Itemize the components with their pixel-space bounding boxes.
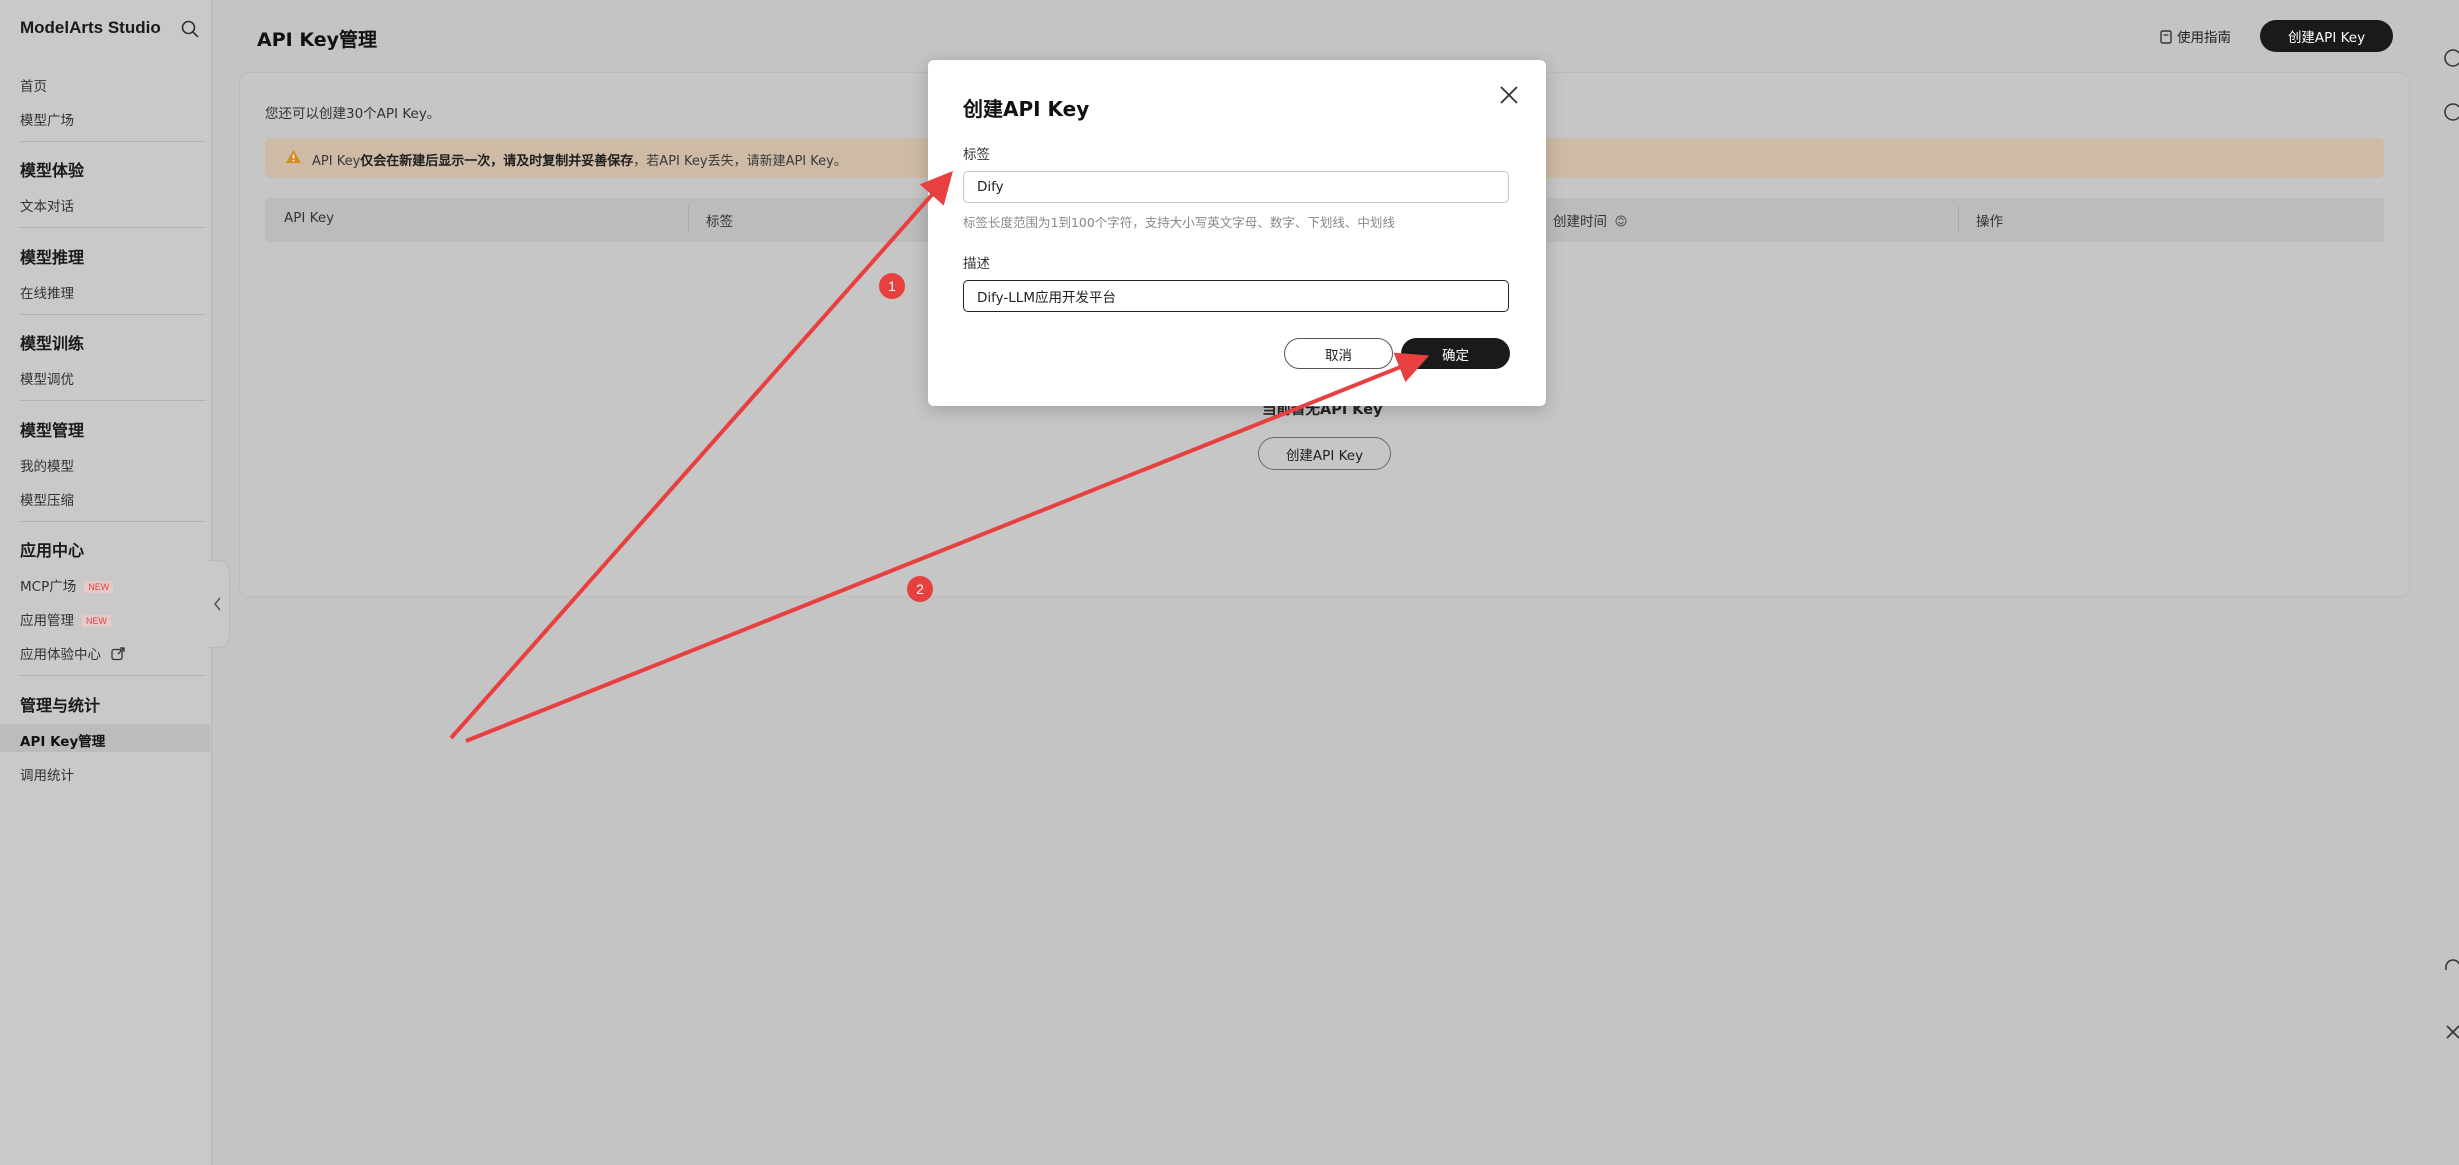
column-header-tag: 标签 xyxy=(706,214,733,230)
section-model-experience: 模型体验 xyxy=(20,161,85,180)
empty-create-api-key-button[interactable]: 创建API Key xyxy=(1258,437,1391,470)
sidebar-item-online-inference[interactable]: 在线推理 xyxy=(20,282,74,302)
sidebar-item-home[interactable]: 首页 xyxy=(20,75,47,95)
column-separator xyxy=(688,206,689,232)
sidebar-item-text-chat[interactable]: 文本对话 xyxy=(20,195,74,215)
sort-icon xyxy=(1615,215,1627,227)
warning-bold: 仅会在新建后显示一次，请及时复制并妥善保存 xyxy=(360,154,634,169)
step-badge-1: 1 xyxy=(879,273,905,299)
tag-input[interactable] xyxy=(963,171,1509,203)
sidebar-item-label: 应用管理 xyxy=(20,613,74,629)
section-management-stats: 管理与统计 xyxy=(20,696,101,715)
warning-text: API Key仅会在新建后显示一次，请及时复制并妥善保存，若API Key丢失，… xyxy=(312,150,847,169)
description-label: 描述 xyxy=(963,256,990,272)
tag-hint: 标签长度范围为1到100个字符，支持大小写英文字母、数字、下划线、中划线 xyxy=(963,215,1395,230)
create-api-key-dialog: 创建API Key 标签 标签长度范围为1到100个字符，支持大小写英文字母、数… xyxy=(928,60,1546,406)
sidebar-item-model-square[interactable]: 模型广场 xyxy=(20,109,74,129)
column-separator xyxy=(1958,206,1959,232)
guide-label: 使用指南 xyxy=(2177,30,2231,46)
warning-suffix: ，若API Key丢失，请新建API Key。 xyxy=(633,154,847,169)
section-app-center: 应用中心 xyxy=(20,541,85,560)
divider xyxy=(20,227,206,228)
guide-link[interactable]: 使用指南 xyxy=(2160,26,2231,46)
section-model-inference: 模型推理 xyxy=(20,248,85,267)
step-badge-2: 2 xyxy=(907,576,933,602)
sidebar: ModelArts Studio 首页 模型广场 模型体验 文本对话 模型推理 … xyxy=(0,0,212,1165)
sidebar-item-my-models[interactable]: 我的模型 xyxy=(20,455,74,475)
column-header-api-key: API Key xyxy=(284,210,335,226)
column-header-created-time[interactable]: 创建时间 xyxy=(1553,210,1627,230)
warning-prefix: API Key xyxy=(312,154,361,169)
sidebar-item-app-management[interactable]: 应用管理 NEW xyxy=(20,609,111,629)
divider xyxy=(20,141,206,142)
external-link-icon xyxy=(111,647,125,661)
divider xyxy=(20,400,206,401)
divider xyxy=(20,521,206,522)
document-icon xyxy=(2160,30,2172,44)
help-icon[interactable] xyxy=(2443,48,2459,68)
page-title: API Key管理 xyxy=(257,29,377,51)
headset-icon[interactable] xyxy=(2443,958,2459,978)
column-header-actions: 操作 xyxy=(1976,214,2003,230)
new-badge: NEW xyxy=(84,581,114,593)
warning-icon xyxy=(286,150,301,163)
new-badge: NEW xyxy=(82,615,111,627)
sidebar-item-label: 应用体验中心 xyxy=(20,647,101,663)
close-icon[interactable] xyxy=(1498,84,1520,106)
confirm-button[interactable]: 确定 xyxy=(1401,338,1510,369)
create-api-key-button[interactable]: 创建API Key xyxy=(2260,20,2393,52)
cancel-button[interactable]: 取消 xyxy=(1284,338,1393,369)
sidebar-item-model-compression[interactable]: 模型压缩 xyxy=(20,489,74,509)
search-icon[interactable] xyxy=(180,19,200,39)
quota-text: 您还可以创建30个API Key。 xyxy=(265,106,441,122)
tag-label: 标签 xyxy=(963,147,990,163)
sidebar-item-mcp-square[interactable]: MCP广场 NEW xyxy=(20,575,114,595)
sidebar-item-call-stats[interactable]: 调用统计 xyxy=(20,764,74,784)
chevron-left-icon xyxy=(214,597,221,611)
divider xyxy=(20,675,206,676)
sidebar-item-app-experience-center[interactable]: 应用体验中心 xyxy=(20,643,125,663)
sidebar-item-label: MCP广场 xyxy=(20,579,77,595)
section-model-management: 模型管理 xyxy=(20,421,85,440)
feedback-icon[interactable] xyxy=(2443,102,2459,122)
sidebar-item-model-tuning[interactable]: 模型调优 xyxy=(20,368,74,388)
brand-name: ModelArts Studio xyxy=(20,18,161,37)
dialog-title: 创建API Key xyxy=(963,97,1090,121)
description-input[interactable] xyxy=(963,280,1509,312)
divider xyxy=(20,314,206,315)
column-header-label: 创建时间 xyxy=(1553,214,1607,230)
sidebar-item-api-key-management[interactable]: API Key管理 xyxy=(20,730,105,750)
sidebar-collapse-button[interactable] xyxy=(208,560,230,648)
close-icon[interactable] xyxy=(2443,1022,2459,1042)
section-model-training: 模型训练 xyxy=(20,334,85,353)
